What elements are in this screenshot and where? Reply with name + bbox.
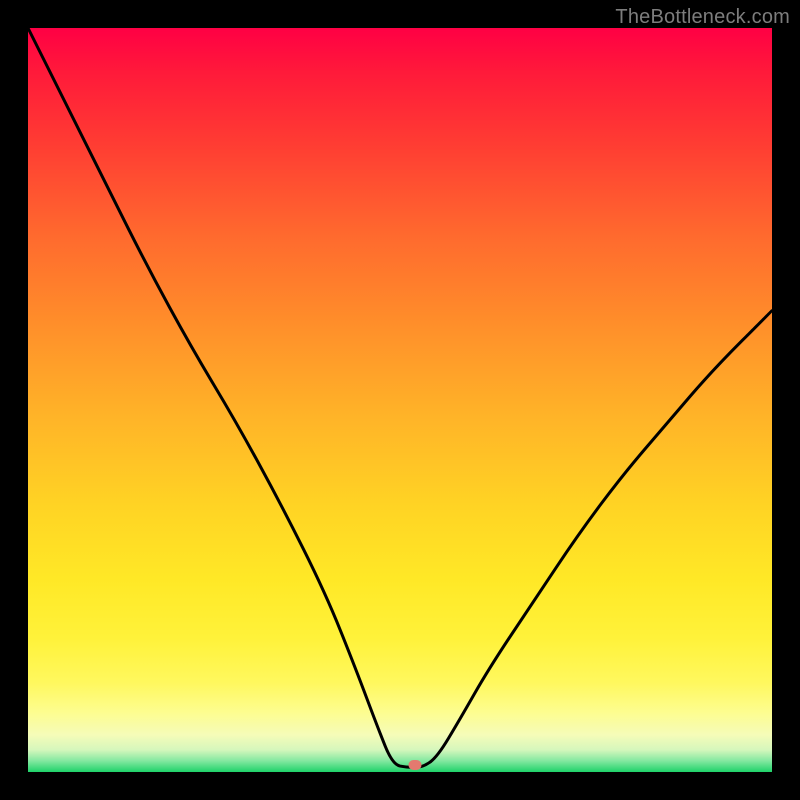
optimal-point-marker bbox=[408, 760, 421, 770]
chart-frame: TheBottleneck.com bbox=[0, 0, 800, 800]
bottleneck-curve bbox=[28, 28, 772, 772]
plot-area bbox=[28, 28, 772, 772]
watermark-text: TheBottleneck.com bbox=[615, 6, 790, 29]
